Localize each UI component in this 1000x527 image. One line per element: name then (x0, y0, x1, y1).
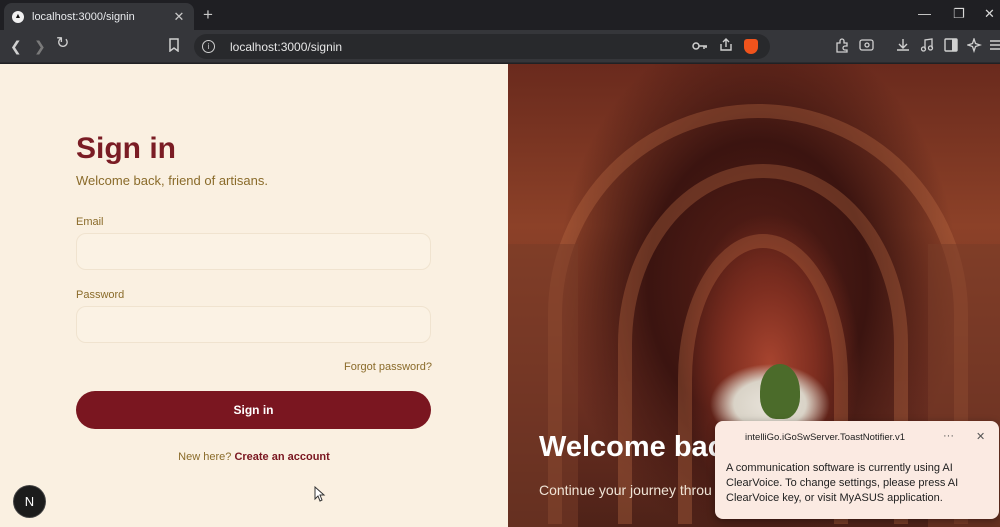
wallet-icon[interactable] (859, 38, 874, 55)
brave-shield-icon[interactable] (744, 39, 758, 54)
sidebar-icon[interactable] (944, 38, 958, 55)
download-icon[interactable] (896, 38, 910, 55)
nextjs-favicon-icon: ▲ (12, 10, 24, 23)
bookmark-icon[interactable] (168, 38, 180, 55)
page-subtitle: Welcome back, friend of artisans. (76, 173, 268, 188)
toast-notification[interactable]: intelliGo.iGoSwServer.ToastNotifier.v1 ·… (715, 421, 999, 519)
create-account-link[interactable]: Create an account (234, 451, 329, 463)
browser-toolbar: ❮ ❯ ↻ i localhost:3000/signin (0, 30, 1000, 63)
extensions-icon[interactable] (835, 38, 850, 56)
tab-title: localhost:3000/signin (32, 10, 135, 23)
tab-close-icon[interactable]: ✕ (172, 9, 186, 25)
restore-button[interactable]: ❐ (953, 6, 965, 22)
window-close-button[interactable]: ✕ (984, 6, 995, 22)
leo-ai-icon[interactable] (965, 36, 983, 56)
toast-app-name: intelliGo.iGoSwServer.ToastNotifier.v1 (745, 432, 905, 443)
toast-more-icon[interactable]: ··· (943, 430, 954, 442)
hero-heading: Welcome bac (539, 431, 724, 463)
tree-in-arch (760, 364, 800, 419)
back-icon[interactable]: ❮ (10, 38, 22, 54)
new-here-text: New here? (178, 451, 232, 463)
forward-icon[interactable]: ❯ (34, 38, 46, 54)
password-field[interactable] (76, 306, 431, 343)
toast-message: A communication software is currently us… (726, 462, 959, 504)
media-icon[interactable] (920, 38, 934, 55)
minimize-button[interactable]: — (918, 6, 931, 21)
password-label: Password (76, 289, 125, 301)
site-info-icon[interactable]: i (202, 40, 215, 53)
url-text[interactable]: localhost:3000/signin (230, 40, 342, 54)
tab-signin[interactable]: ▲ localhost:3000/signin ✕ (4, 3, 194, 30)
email-label: Email (76, 216, 104, 228)
signin-button[interactable]: Sign in (76, 391, 431, 429)
page-title: Sign in (76, 132, 176, 165)
hero-subtext: Continue your journey throu (539, 482, 712, 498)
signin-panel: Sign in Welcome back, friend of artisans… (0, 64, 508, 527)
new-tab-button[interactable]: + (203, 5, 213, 25)
share-icon[interactable] (719, 38, 733, 55)
reload-icon[interactable]: ↻ (56, 36, 69, 52)
email-field[interactable] (76, 233, 431, 270)
nextjs-devtools-button[interactable]: N (14, 486, 45, 517)
address-bar[interactable]: i localhost:3000/signin (194, 34, 770, 59)
signup-prompt: New here? Create an account (0, 451, 508, 463)
forgot-password-link[interactable]: Forgot password? (344, 361, 432, 373)
password-key-icon[interactable] (692, 39, 708, 55)
mouse-cursor-icon (314, 485, 326, 505)
menu-icon[interactable] (990, 38, 1000, 55)
toast-close-icon[interactable]: ✕ (976, 430, 985, 443)
tab-strip: ▲ localhost:3000/signin ✕ + — ❐ ✕ (0, 0, 1000, 30)
